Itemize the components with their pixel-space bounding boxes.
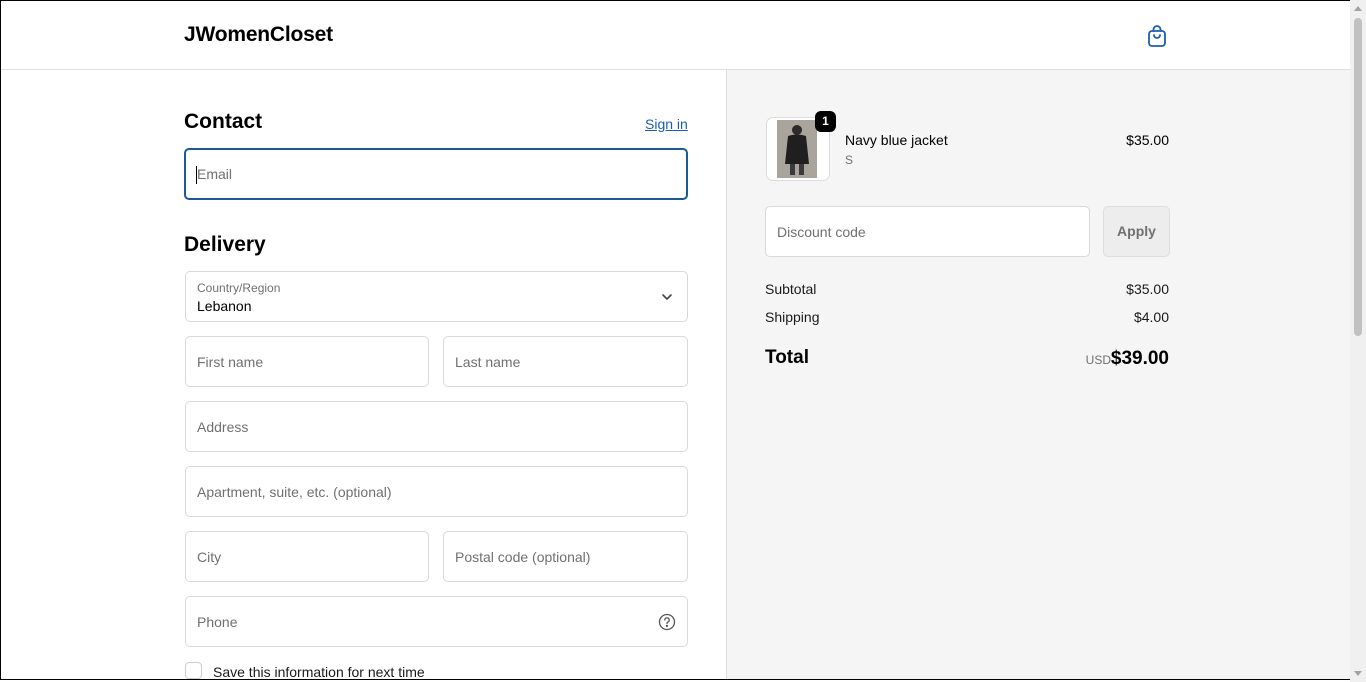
first-name-input[interactable]: First name bbox=[185, 336, 429, 387]
save-info-label: Save this information for next time bbox=[213, 664, 425, 680]
postal-code-placeholder: Postal code (optional) bbox=[455, 548, 591, 565]
subtotal-value: $35.00 bbox=[1126, 281, 1169, 297]
delivery-heading: Delivery bbox=[184, 233, 266, 256]
jacket-figure-icon bbox=[777, 120, 817, 178]
checkout-form: Contact Sign in Email Delivery Country/R… bbox=[1, 70, 726, 680]
apply-discount-button[interactable]: Apply bbox=[1103, 206, 1170, 257]
quantity-badge: 1 bbox=[815, 111, 836, 132]
subtotal-label: Subtotal bbox=[765, 281, 817, 297]
contact-heading: Contact bbox=[184, 110, 263, 133]
product-name: Navy blue jacket bbox=[845, 132, 948, 148]
checkout-page: JWomenCloset Contact Sign in Email Deliv… bbox=[0, 0, 1350, 680]
country-value: Lebanon bbox=[197, 298, 252, 314]
product-variant: S bbox=[845, 153, 854, 167]
discount-code-input[interactable]: Discount code bbox=[765, 206, 1090, 257]
apartment-placeholder: Apartment, suite, etc. (optional) bbox=[197, 483, 392, 500]
product-price: $35.00 bbox=[1126, 132, 1169, 148]
shopping-bag-icon[interactable] bbox=[1145, 24, 1169, 48]
city-placeholder: City bbox=[197, 548, 222, 565]
address-placeholder: Address bbox=[197, 418, 249, 435]
order-summary: 1 Navy blue jacket S $35.00 Discount cod… bbox=[726, 70, 1350, 679]
shipping-value: $4.00 bbox=[1133, 309, 1169, 325]
site-header: JWomenCloset bbox=[1, 1, 1350, 70]
vertical-scrollbar[interactable] bbox=[1350, 0, 1366, 682]
last-name-placeholder: Last name bbox=[455, 353, 521, 370]
email-input[interactable]: Email bbox=[184, 148, 688, 200]
discount-code-placeholder: Discount code bbox=[777, 223, 866, 240]
scrollbar-thumb[interactable] bbox=[1354, 18, 1362, 336]
apartment-input[interactable]: Apartment, suite, etc. (optional) bbox=[185, 466, 688, 517]
phone-placeholder: Phone bbox=[197, 613, 238, 630]
phone-input[interactable]: Phone bbox=[185, 596, 688, 647]
address-input[interactable]: Address bbox=[185, 401, 688, 452]
total-label: Total bbox=[765, 347, 809, 368]
total-currency: USD bbox=[1085, 353, 1111, 367]
scroll-down-arrow-icon[interactable] bbox=[1354, 671, 1362, 676]
first-name-placeholder: First name bbox=[197, 353, 264, 370]
scroll-up-arrow-icon[interactable] bbox=[1354, 6, 1362, 11]
chevron-down-icon bbox=[662, 294, 672, 300]
product-image bbox=[777, 120, 817, 178]
question-circle-icon[interactable] bbox=[658, 613, 676, 631]
email-placeholder: Email bbox=[197, 166, 233, 182]
shipping-label: Shipping bbox=[765, 309, 820, 325]
sign-in-link[interactable]: Sign in bbox=[645, 116, 688, 132]
city-input[interactable]: City bbox=[185, 531, 429, 582]
save-info-checkbox[interactable] bbox=[185, 662, 202, 679]
total-value: $39.00 bbox=[1110, 348, 1169, 369]
store-logo[interactable]: JWomenCloset bbox=[184, 23, 333, 47]
last-name-input[interactable]: Last name bbox=[443, 336, 688, 387]
postal-code-input[interactable]: Postal code (optional) bbox=[443, 531, 688, 582]
country-select[interactable]: Country/Region Lebanon bbox=[185, 271, 688, 322]
country-label: Country/Region bbox=[197, 281, 281, 295]
